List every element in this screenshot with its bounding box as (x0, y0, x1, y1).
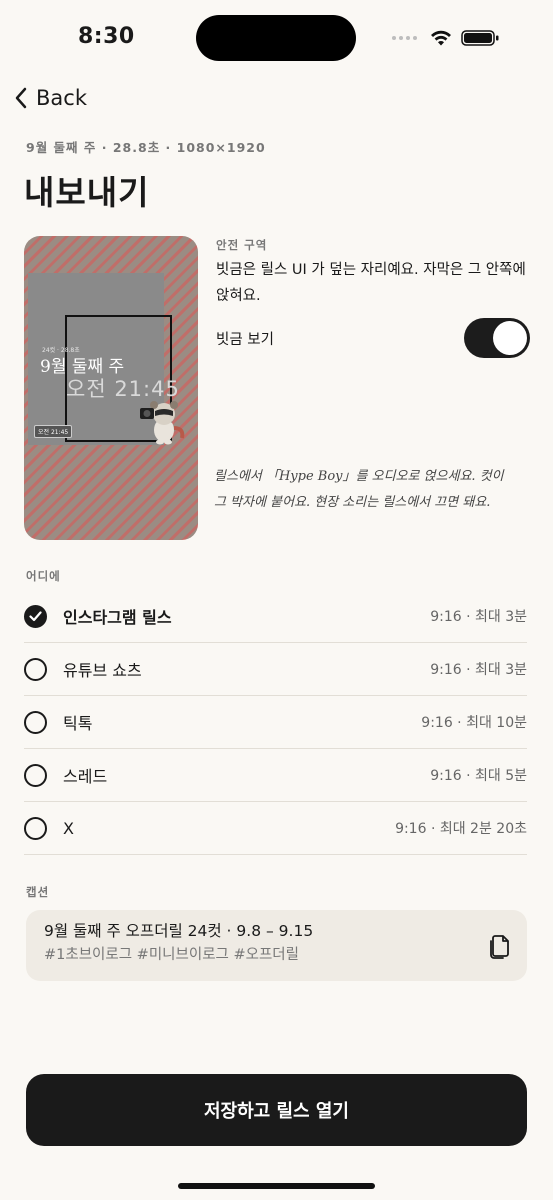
destination-instagram-reels[interactable]: 인스타그램 릴스 9:16 · 최대 3분 (24, 590, 527, 643)
back-label: Back (36, 86, 87, 110)
destination-list: 인스타그램 릴스 9:16 · 최대 3분 유튜브 쇼츠 9:16 · 최대 3… (24, 590, 527, 855)
destination-name: 스레드 (63, 767, 108, 786)
video-preview: 24컷 · 28.8초 9월 둘째 주 오전 21:45 오전 21:45 (24, 236, 198, 540)
toggle-knob (493, 321, 527, 355)
destination-name: 유튜브 쇼츠 (63, 661, 142, 680)
radio-unchecked-icon (24, 763, 47, 787)
hatch-toggle[interactable] (464, 318, 530, 358)
save-and-open-reels-button[interactable]: 저장하고 릴스 열기 (26, 1074, 527, 1146)
destination-meta: 9:16 · 최대 2분 20초 (395, 821, 527, 837)
wifi-icon (431, 30, 451, 46)
safe-zone-description: 빗금은 릴스 UI 가 덮는 자리예요. 자막은 그 안쪽에 앉혀요. (216, 262, 526, 304)
hatch-toggle-label: 빗금 보기 (216, 332, 274, 348)
status-icons (392, 26, 501, 50)
caption-text: 9월 둘째 주 오프더릴 24컷 · 9.8 – 9.15 (44, 922, 314, 940)
destination-x[interactable]: X 9:16 · 최대 2분 20초 (24, 802, 527, 855)
preview-chip: 오전 21:45 (34, 425, 73, 438)
destination-name: X (63, 818, 74, 838)
destination-tiktok[interactable]: 틱톡 9:16 · 최대 10분 (24, 696, 527, 749)
caption-box: 9월 둘째 주 오프더릴 24컷 · 9.8 – 9.15 #1초브이로그 #미… (26, 910, 527, 981)
dynamic-island (196, 15, 356, 61)
export-screen: 8:30 Back 9월 둘째 주 · 28.8초 · 1080×1920 내보… (0, 0, 553, 1200)
export-meta: 9월 둘째 주 · 28.8초 · 1080×1920 (26, 140, 266, 155)
status-time: 8:30 (78, 24, 135, 49)
battery-icon (461, 30, 499, 46)
destination-name: 인스타그램 릴스 (63, 608, 172, 627)
radio-unchecked-icon (24, 816, 47, 840)
destination-meta: 9:16 · 최대 3분 (430, 662, 527, 678)
destination-section-label: 어디에 (26, 569, 61, 583)
raccoon-sticker-icon (140, 401, 185, 445)
destination-youtube-shorts[interactable]: 유튜브 쇼츠 9:16 · 최대 3분 (24, 643, 527, 696)
destination-meta: 9:16 · 최대 5분 (430, 768, 527, 784)
cellular-signal-icon (392, 36, 417, 40)
chevron-left-icon (15, 87, 27, 109)
destination-meta: 9:16 · 최대 3분 (430, 609, 527, 625)
page-title: 내보내기 (24, 173, 150, 212)
caption-hashtags: #1초브이로그 #미니브이로그 #오프더릴 (44, 947, 299, 963)
radio-checked-icon (24, 604, 47, 628)
destination-threads[interactable]: 스레드 9:16 · 최대 5분 (24, 749, 527, 802)
destination-meta: 9:16 · 최대 10분 (421, 715, 527, 731)
caption-section-label: 캡션 (26, 885, 50, 899)
copy-icon[interactable] (487, 932, 513, 960)
back-button[interactable]: Back (14, 84, 87, 112)
home-indicator (178, 1183, 375, 1189)
radio-unchecked-icon (24, 657, 47, 681)
radio-unchecked-icon (24, 710, 47, 734)
audio-note: 릴스에서 「Hype Boy」를 오디오로 얹으세요. 컷이 그 박자에 붙어요… (214, 469, 504, 510)
safe-zone-label: 안전 구역 (216, 238, 268, 252)
destination-name: 틱톡 (63, 714, 93, 733)
